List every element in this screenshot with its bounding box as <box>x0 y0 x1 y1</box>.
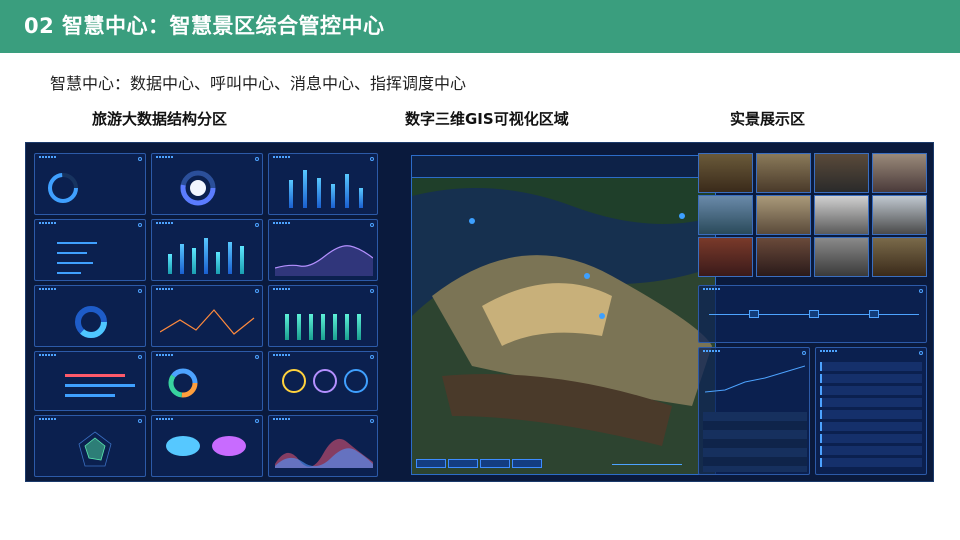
gis-3d-map <box>411 155 716 475</box>
slide-title: 02 智慧中心：智慧景区综合管控中心 <box>24 14 385 38</box>
scenic-photo-11[interactable] <box>814 237 869 277</box>
scenic-photo-9[interactable] <box>698 237 753 277</box>
trend-line <box>705 365 805 393</box>
panel-wave-chart <box>268 415 378 477</box>
line-chart <box>160 309 255 335</box>
donut-chart <box>48 173 78 203</box>
pie-chart <box>75 306 107 338</box>
panel-ticket-stats <box>34 153 146 215</box>
scenic-photo-2[interactable] <box>756 153 811 193</box>
section-label-bigdata: 旅游大数据结构分区 <box>92 110 228 128</box>
scenic-photo-3[interactable] <box>814 153 869 193</box>
terrain-render <box>412 156 715 474</box>
radar-chart <box>78 431 112 467</box>
panel-visitor-source <box>151 153 263 215</box>
map-button-3[interactable] <box>480 459 510 468</box>
section-label-gis: 数字三维GIS可视化区域 <box>405 110 569 128</box>
scenic-photo-10[interactable] <box>756 237 811 277</box>
panel-flow-diagram <box>698 285 927 343</box>
area-chart <box>275 245 373 276</box>
slide-subtitle: 智慧中心：数据中心、呼叫中心、消息中心、指挥调度中心 <box>50 74 467 93</box>
ring-chart <box>180 170 216 206</box>
panel-bar-chart-3 <box>268 285 378 347</box>
panel-pie-chart <box>34 285 146 347</box>
panel-trend-table <box>698 347 810 475</box>
map-button-2[interactable] <box>448 459 478 468</box>
slide: 02 智慧中心：智慧景区综合管控中心 智慧中心：数据中心、呼叫中心、消息中心、指… <box>0 0 960 540</box>
scenic-photo-7[interactable] <box>814 195 869 235</box>
gauge-rings <box>282 369 368 393</box>
panel-hbar-list <box>34 219 146 281</box>
scenic-photo-4[interactable] <box>872 153 927 193</box>
section-label-live: 实景展示区 <box>730 110 806 128</box>
scenic-photo-1[interactable] <box>698 153 753 193</box>
panel-alert-list <box>815 347 927 475</box>
panel-bar-chart-2 <box>151 219 263 281</box>
panel-gauge-rings <box>268 351 378 411</box>
map-button-4[interactable] <box>512 459 542 468</box>
panel-bar-chart-1 <box>268 153 378 215</box>
panel-line-chart <box>151 285 263 347</box>
panel-area-chart <box>268 219 378 281</box>
scenic-photo-8[interactable] <box>872 195 927 235</box>
scenic-photo-12[interactable] <box>872 237 927 277</box>
panel-radar-chart <box>34 415 146 477</box>
wave-chart <box>275 438 373 468</box>
panel-donut-legend <box>151 351 263 411</box>
panel-3d-pies <box>151 415 263 477</box>
map-button-1[interactable] <box>416 459 446 468</box>
dashboard-screenshot <box>25 142 934 482</box>
scenic-photo-5[interactable] <box>698 195 753 235</box>
scenic-photo-6[interactable] <box>756 195 811 235</box>
donut-chart-2 <box>168 368 198 398</box>
header-bar: 02 智慧中心：智慧景区综合管控中心 <box>0 0 960 53</box>
panel-hbar-chart <box>34 351 146 411</box>
